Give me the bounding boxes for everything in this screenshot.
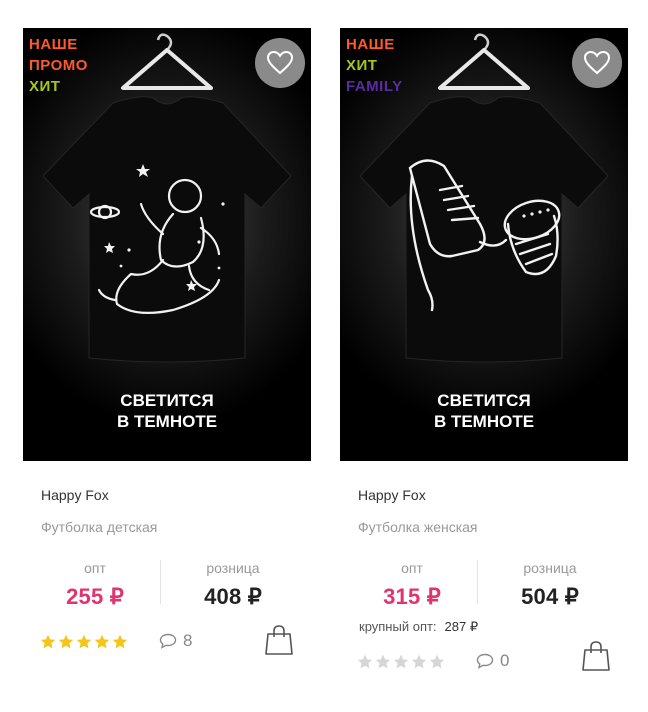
opt-price-label: опт <box>401 560 423 576</box>
comments-link[interactable]: 8 <box>159 631 192 651</box>
speech-bubble-icon <box>476 653 494 669</box>
price-block: опт 315 ₽ розница 504 ₽ <box>340 558 628 612</box>
opt-price: 255 ₽ <box>66 584 124 609</box>
product-brand[interactable]: Happy Fox <box>41 487 109 503</box>
bulk-price-label: крупный опт: <box>359 619 437 634</box>
star-icon <box>40 634 56 649</box>
star-icon <box>393 654 409 669</box>
product-image[interactable]: НАШЕ ХИТ FAMILY СВЕТИТСЯ В ТЕМНОТЕ <box>340 28 628 461</box>
shopping-bag-icon[interactable] <box>265 624 293 656</box>
favorite-button[interactable] <box>255 38 305 88</box>
product-title[interactable]: Футболка детская <box>41 519 157 535</box>
opt-price-label: опт <box>84 560 106 576</box>
product-brand[interactable]: Happy Fox <box>358 487 426 503</box>
retail-price-column: розница 504 ₽ <box>478 558 622 610</box>
rating-stars[interactable] <box>357 654 445 670</box>
opt-price-column: опт 255 ₽ <box>23 558 167 610</box>
price-block: опт 255 ₽ розница 408 ₽ <box>23 558 311 612</box>
star-icon <box>375 654 391 669</box>
star-icon <box>76 634 92 649</box>
badge-list: НАШЕ ПРОМО ХИТ <box>29 34 88 97</box>
comments-count: 0 <box>500 651 510 670</box>
badge: ПРОМО <box>29 57 88 74</box>
product-card[interactable]: НАШЕ ХИТ FAMILY СВЕТИТСЯ В ТЕМНОТЕ Happy… <box>340 28 628 671</box>
product-title[interactable]: Футболка женская <box>358 519 478 535</box>
favorite-button[interactable] <box>572 38 622 88</box>
print-caption: СВЕТИТСЯ <box>437 391 531 410</box>
product-image[interactable]: НАШЕ ПРОМО ХИТ СВЕТИТСЯ В ТЕМНОТЕ <box>23 28 311 461</box>
star-icon <box>94 634 110 649</box>
star-icon <box>411 654 427 669</box>
print-caption: СВЕТИТСЯ <box>120 391 214 410</box>
opt-price: 315 ₽ <box>383 584 441 609</box>
heart-outline-icon <box>267 51 293 75</box>
opt-price-column: опт 315 ₽ <box>340 558 484 610</box>
star-icon <box>429 654 445 669</box>
retail-price-label: розница <box>206 560 260 576</box>
heart-outline-icon <box>584 51 610 75</box>
badge: ХИТ <box>346 57 378 74</box>
bulk-price: крупный опт: 287 ₽ <box>359 619 478 635</box>
bulk-price-value: 287 ₽ <box>444 619 479 634</box>
comments-link[interactable]: 0 <box>476 651 509 671</box>
product-card[interactable]: НАШЕ ПРОМО ХИТ СВЕТИТСЯ В ТЕМНОТЕ Happy … <box>23 28 311 655</box>
rating-stars[interactable] <box>40 634 128 650</box>
print-caption: В ТЕМНОТЕ <box>433 412 535 431</box>
retail-price: 504 ₽ <box>521 584 579 609</box>
retail-price-column: розница 408 ₽ <box>161 558 305 610</box>
comments-count: 8 <box>183 631 193 650</box>
print-caption: В ТЕМНОТЕ <box>116 412 218 431</box>
badge: НАШЕ <box>29 36 78 53</box>
badge-list: НАШЕ ХИТ FAMILY <box>346 34 403 97</box>
retail-price: 408 ₽ <box>204 584 262 609</box>
speech-bubble-icon <box>159 633 177 649</box>
star-icon <box>58 634 74 649</box>
badge: НАШЕ <box>346 36 395 53</box>
badge: ХИТ <box>29 78 61 95</box>
star-icon <box>112 634 128 649</box>
retail-price-label: розница <box>523 560 577 576</box>
badge: FAMILY <box>346 78 403 95</box>
shopping-bag-icon[interactable] <box>582 640 610 672</box>
star-icon <box>357 654 373 669</box>
